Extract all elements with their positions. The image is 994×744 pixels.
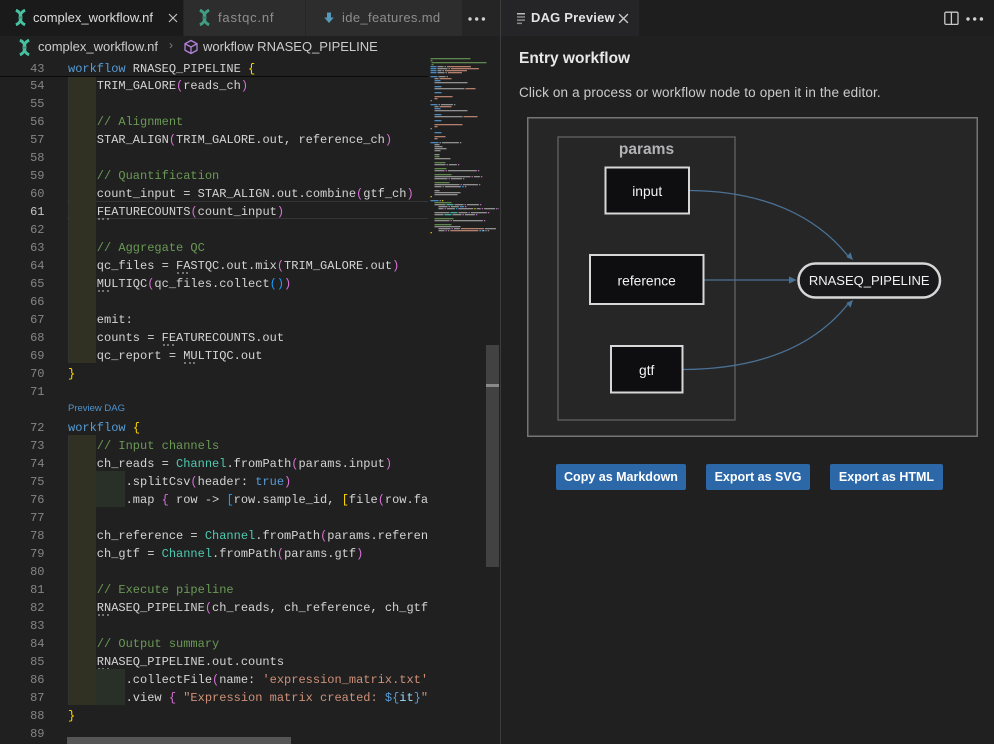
svg-text:input: input bbox=[632, 184, 662, 199]
svg-text:params: params bbox=[619, 141, 674, 158]
svg-text:RNASEQ_PIPELINE: RNASEQ_PIPELINE bbox=[809, 273, 930, 288]
svg-text:gtf: gtf bbox=[639, 363, 655, 378]
svg-text:reference: reference bbox=[618, 274, 677, 289]
